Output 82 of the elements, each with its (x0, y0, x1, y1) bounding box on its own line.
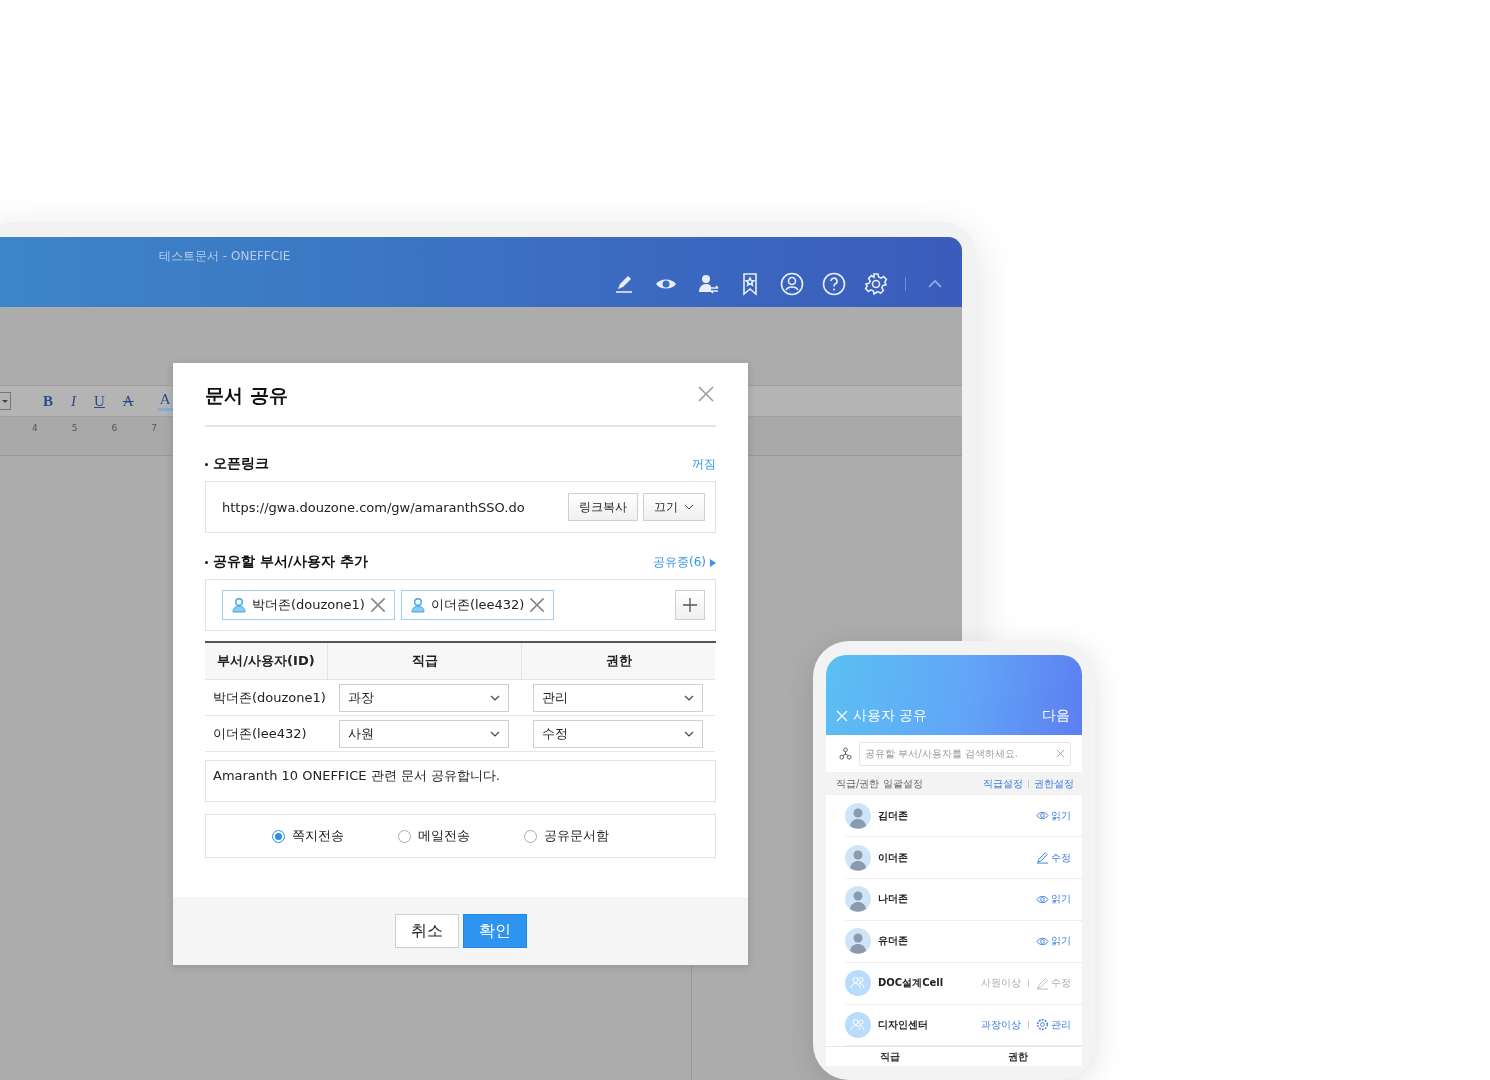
user-icon (231, 597, 247, 613)
group-avatar-icon (845, 970, 871, 997)
column-label: 권한 (1008, 1050, 1028, 1065)
avatar-icon (845, 802, 871, 829)
add-button[interactable] (675, 590, 705, 620)
permission-label: 수정 (1036, 976, 1071, 991)
rank-label: 사원이상 (981, 976, 1021, 991)
dropdown[interactable]: 사원 (339, 719, 509, 748)
help-icon[interactable] (821, 271, 847, 297)
settings-icon[interactable] (863, 271, 889, 297)
table-cell: 이더존(lee432) (205, 716, 327, 752)
ruler-number: 4 (32, 423, 38, 433)
avatar-icon (845, 886, 871, 913)
recipient-chip[interactable]: 박더존(douzone1) (222, 590, 395, 620)
column-header: 부서/사용자(ID) (205, 643, 327, 680)
link-toggle-dropdown[interactable]: 끄기 (643, 493, 705, 521)
settings-link[interactable]: 권한설정 (1034, 776, 1074, 791)
triangle-icon (710, 558, 716, 567)
screen-title: 사용자 공유 (853, 707, 928, 726)
bulk-label: 직급/권한 일괄설정 (836, 776, 923, 791)
pencil-icon (1036, 851, 1049, 865)
plus-icon (683, 598, 697, 612)
cancel-button[interactable]: 취소 (394, 914, 459, 948)
remove-icon[interactable] (529, 597, 546, 613)
chip-label: 박더존(douzone1) (252, 596, 365, 614)
member-name: 나더존 (878, 892, 909, 907)
permission-label: 읽기 (1036, 934, 1071, 949)
user-icon (409, 597, 426, 613)
user-circle-icon[interactable] (779, 271, 805, 297)
member-row[interactable]: 이더존 수정 (845, 837, 1082, 879)
section-title: 공유할 부서/사용자 추가 (205, 553, 368, 571)
member-name: 유더존 (878, 934, 909, 949)
format-button[interactable]: B (41, 392, 55, 410)
table-cell: 박더존(douzone1) (205, 680, 327, 716)
message-field[interactable]: Amaranth 10 ONEFFICE 관련 문서 공유합니다. (205, 760, 716, 802)
dropdown[interactable]: 수정 (533, 719, 703, 748)
remove-icon[interactable] (369, 597, 386, 613)
radio-option[interactable]: 쪽지전송 (272, 827, 344, 845)
member-row[interactable]: 나더존 읽기 (845, 879, 1082, 921)
member-row[interactable]: 김더존 읽기 (845, 795, 1082, 838)
format-button[interactable]: I (69, 392, 78, 410)
section-title: 오픈링크 (205, 455, 269, 473)
dropdown[interactable]: 과장 (339, 683, 509, 712)
ruler-number: 5 (71, 423, 78, 433)
radio-option[interactable]: 메일전송 (398, 827, 470, 845)
caret-icon (684, 502, 694, 512)
member-row[interactable]: 유더존 읽기 (845, 920, 1082, 963)
column-header: 직급 (327, 643, 521, 680)
ruler-number: 6 (111, 423, 118, 433)
settings-link[interactable]: 직급설정 (983, 776, 1023, 791)
format-button[interactable]: U (92, 392, 107, 410)
copy-link-button[interactable]: 링크복사 (568, 493, 638, 521)
dropdown-icon[interactable] (0, 392, 11, 410)
document-title: 테스트문서 - ONEFFCIE (159, 248, 292, 265)
member-name: 디자인센터 (878, 1017, 929, 1032)
format-button[interactable]: A (120, 392, 136, 410)
dropdown[interactable]: 관리 (533, 683, 703, 712)
rank-label: 과장이상 (981, 1017, 1021, 1032)
ruler-number: 7 (151, 423, 157, 433)
dialog-title: 문서 공유 (205, 383, 288, 408)
member-row[interactable]: 디자인센터 과장이상 관리 (845, 1004, 1082, 1047)
settings-icon (1036, 1018, 1049, 1032)
member-name: DOC설계Cell (878, 976, 945, 991)
link-url: https://gwa.douzone.com/gw/amaranthSSO.do (222, 499, 526, 515)
column-header: 권한 (521, 643, 715, 680)
permission-label: 관리 (1036, 1017, 1071, 1032)
member-name: 이더존 (878, 850, 909, 865)
column-label: 직급 (880, 1050, 900, 1065)
org-chart-icon[interactable] (839, 747, 852, 760)
member-name: 김더존 (878, 808, 909, 823)
close-button[interactable] (696, 384, 716, 404)
radio-option[interactable]: 공유문서함 (524, 827, 609, 845)
chip-label: 이더존(lee432) (430, 596, 525, 614)
group-avatar-icon (845, 1011, 871, 1038)
permission-label: 수정 (1036, 850, 1071, 865)
avatar-icon (845, 844, 871, 871)
pencil-icon (1036, 976, 1049, 990)
avatar-icon (845, 928, 871, 955)
permission-label: 읽기 (1036, 808, 1071, 823)
clear-icon[interactable] (1056, 749, 1065, 758)
permission-label: 읽기 (1036, 892, 1071, 907)
recipient-chip[interactable]: 이더존(lee432) (400, 590, 555, 620)
